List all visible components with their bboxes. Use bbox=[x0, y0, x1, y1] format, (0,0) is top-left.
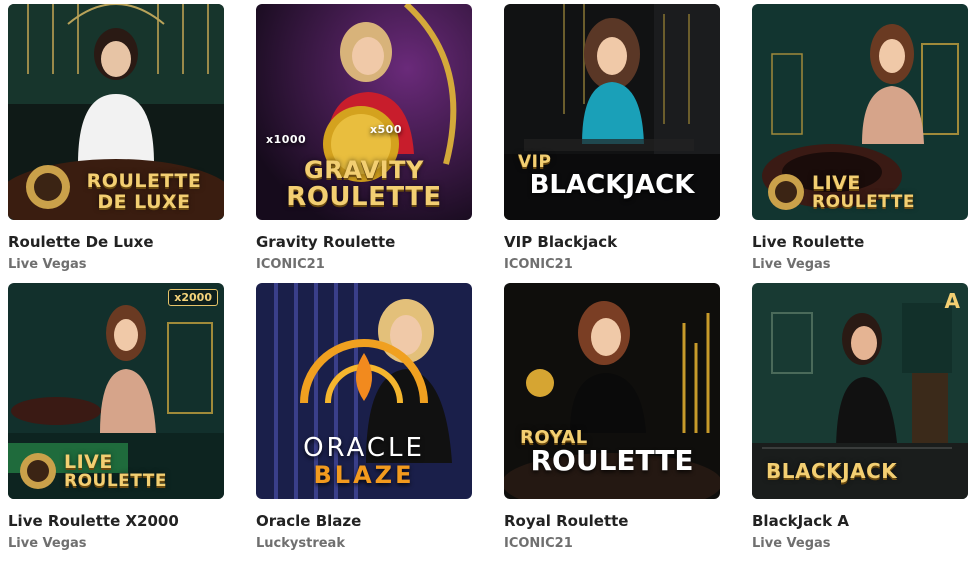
logo-line-2: ROULETTE bbox=[64, 471, 167, 491]
game-thumbnail[interactable]: ROULETTE DE LUXE bbox=[8, 4, 224, 220]
game-title[interactable]: VIP Blackjack bbox=[504, 233, 720, 251]
game-thumbnail[interactable]: x1000 x500 GRAVITY ROULETTE bbox=[256, 4, 472, 220]
game-provider: Live Vegas bbox=[752, 536, 831, 551]
game-card[interactable]: x1000 x500 GRAVITY ROULETTE Gravity Roul… bbox=[256, 4, 472, 273]
game-grid: ROULETTE DE LUXE Roulette De Luxe Live V… bbox=[8, 4, 968, 552]
game-card[interactable]: LIVE ROULETTE Live Roulette Live Vegas bbox=[752, 4, 968, 273]
logo-line-1: LIVE bbox=[64, 451, 113, 473]
game-title[interactable]: BlackJack A bbox=[752, 512, 968, 530]
logo-line-1: BLACKJACK bbox=[766, 459, 898, 483]
logo-line-2: ROULETTE bbox=[530, 444, 694, 477]
multiplier-label: x1000 bbox=[266, 133, 307, 146]
game-provider: ICONIC21 bbox=[504, 536, 573, 551]
game-card[interactable]: x2000 LIVE ROULETTE Live Roulette X2000 … bbox=[8, 283, 224, 552]
game-card[interactable]: ORACLE BLAZE Oracle Blaze Luckystreak bbox=[256, 283, 472, 552]
game-provider: Live Vegas bbox=[8, 536, 87, 551]
game-thumbnail[interactable]: A BLACKJACK bbox=[752, 283, 968, 499]
game-thumbnail[interactable]: VIP BLACKJACK bbox=[504, 4, 720, 220]
logo-line-1: ROULETTE bbox=[86, 170, 202, 192]
game-provider: Live Vegas bbox=[752, 257, 831, 272]
game-thumbnail[interactable]: ROYAL ROULETTE bbox=[504, 283, 720, 499]
game-title[interactable]: Gravity Roulette bbox=[256, 233, 472, 251]
game-title[interactable]: Oracle Blaze bbox=[256, 512, 472, 530]
game-provider: ICONIC21 bbox=[504, 257, 573, 272]
logo-line-2: DE LUXE bbox=[97, 191, 191, 213]
game-card[interactable]: VIP BLACKJACK VIP Blackjack ICONIC21 bbox=[504, 4, 720, 273]
game-title[interactable]: Roulette De Luxe bbox=[8, 233, 224, 251]
logo-line-1: ORACLE bbox=[303, 433, 425, 463]
game-card[interactable]: ROYAL ROULETTE Royal Roulette ICONIC21 bbox=[504, 283, 720, 552]
game-thumbnail[interactable]: x2000 LIVE ROULETTE bbox=[8, 283, 224, 499]
logo-line-2: ROULETTE bbox=[286, 182, 442, 212]
game-thumbnail[interactable]: LIVE ROULETTE bbox=[752, 4, 968, 220]
logo-line-2: ROULETTE bbox=[812, 192, 915, 212]
multiplier-label: x500 bbox=[369, 123, 402, 136]
logo-line-2: BLACKJACK bbox=[529, 170, 695, 200]
game-provider: ICONIC21 bbox=[256, 257, 325, 272]
thumbnail-art bbox=[8, 283, 224, 499]
game-provider: Luckystreak bbox=[256, 536, 345, 551]
game-title[interactable]: Live Roulette X2000 bbox=[8, 512, 224, 530]
game-card[interactable]: ROULETTE DE LUXE Roulette De Luxe Live V… bbox=[8, 4, 224, 273]
game-title[interactable]: Live Roulette bbox=[752, 233, 968, 251]
variant-letter: A bbox=[944, 289, 960, 313]
game-card[interactable]: A BLACKJACK BlackJack A Live Vegas bbox=[752, 283, 968, 552]
logo-line-1: VIP bbox=[518, 152, 552, 172]
game-thumbnail[interactable]: ORACLE BLAZE bbox=[256, 283, 472, 499]
multiplier-badge: x2000 bbox=[168, 289, 218, 306]
game-title[interactable]: Royal Roulette bbox=[504, 512, 720, 530]
logo-line-1: GRAVITY bbox=[304, 156, 424, 184]
game-provider: Live Vegas bbox=[8, 257, 87, 272]
logo-line-1: LIVE bbox=[812, 172, 861, 194]
logo-line-2: BLAZE bbox=[313, 461, 415, 489]
